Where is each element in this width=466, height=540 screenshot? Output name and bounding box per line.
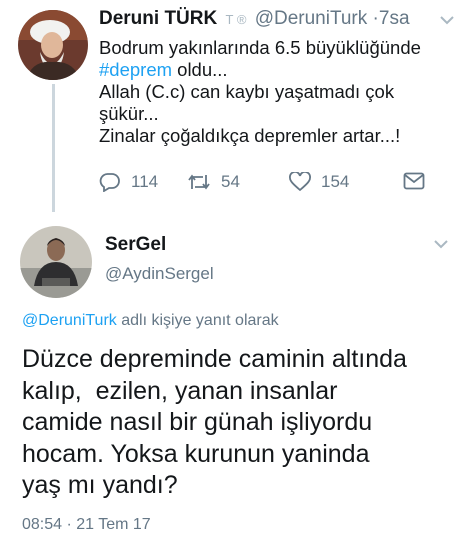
reply-count: 114 — [131, 172, 159, 191]
message-icon — [403, 172, 425, 190]
like-count: 154 — [321, 172, 350, 191]
profile-badges: T ® — [225, 12, 247, 27]
tweet-text-fragment: oldu... — [177, 59, 228, 80]
chevron-down-icon[interactable] — [434, 236, 448, 254]
tweet-body-line: Düzce depreminde caminin altında — [22, 345, 407, 373]
handle[interactable]: @DeruniTurk — [255, 8, 368, 29]
tweet-body: Düzce depreminde caminin altında kalıp, … — [22, 344, 462, 502]
tweet-body-line: kalıp, ezilen, yanan insanlar — [22, 376, 338, 405]
retweet-count: 54 — [221, 172, 240, 191]
tweet-header: Deruni TÜRK T ® @DeruniTurk ·7sa — [99, 8, 410, 30]
reply-icon — [99, 173, 120, 192]
like-icon — [289, 172, 311, 192]
hashtag-link[interactable]: #deprem — [99, 59, 172, 80]
avatar[interactable] — [18, 10, 88, 80]
tweet-text-line: Allah (C.c) can kaybı yaşatmadı çok — [99, 81, 395, 102]
tweet-text-line: Bodrum yakınlarında 6.5 büyüklüğünde — [99, 37, 421, 58]
reply-button[interactable]: 114 — [99, 172, 158, 192]
tweet-body-line: camide nasıl bir günah işliyordu — [22, 408, 373, 436]
message-button[interactable] — [403, 172, 435, 190]
retweet-button[interactable]: 54 — [187, 172, 240, 192]
tweet-text: Bodrum yakınlarında 6.5 büyüklüğünde #de… — [99, 37, 454, 147]
tweet-time[interactable]: 7sa — [379, 8, 410, 29]
tweet-timestamp[interactable]: 08:54 · 21 Tem 17 — [22, 516, 151, 534]
handle[interactable]: @AydinSergel — [105, 264, 214, 284]
tweet-body-line: hocam. Yoksa kurunun yaninda — [22, 439, 370, 468]
retweet-icon — [188, 174, 210, 190]
like-button[interactable]: 154 — [289, 172, 349, 192]
tweet-actions: 114 54 154 — [99, 172, 439, 196]
tweet-body-line: yaş mı yandı? — [22, 471, 178, 499]
tweet-text-line: #deprem oldu... — [99, 59, 454, 81]
tweet-text-line: şükür... — [99, 103, 159, 124]
display-name[interactable]: SerGel — [105, 234, 166, 256]
display-name[interactable]: Deruni TÜRK — [99, 8, 217, 29]
reply-context-label: adlı kişiye yanıt olarak — [116, 312, 279, 329]
reply-context: @DeruniTurk adlı kişiye yanıt olarak — [22, 312, 279, 330]
avatar[interactable] — [20, 226, 92, 298]
mention-link[interactable]: @DeruniTurk — [22, 312, 117, 329]
tweet-text-line: Zinalar çoğaldıkça depremler artar...! — [99, 125, 401, 146]
chevron-down-icon[interactable] — [440, 12, 454, 30]
thread-line — [52, 84, 55, 212]
